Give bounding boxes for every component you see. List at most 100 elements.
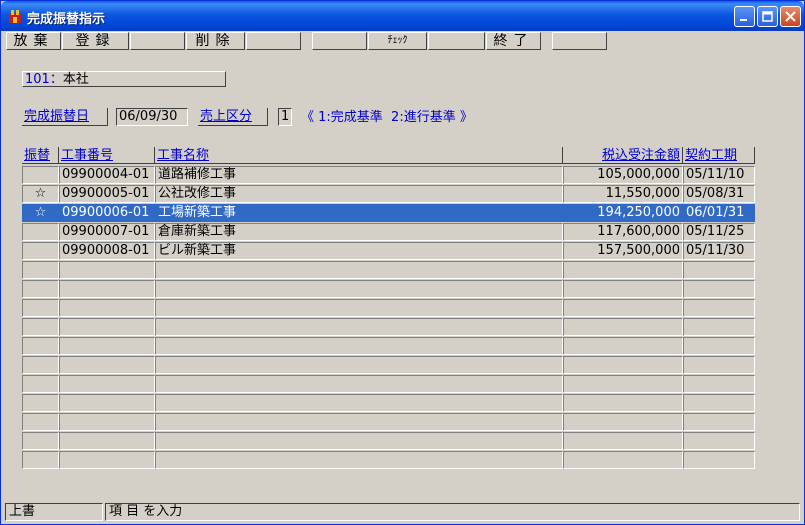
transfer-mark-cell[interactable] — [22, 280, 59, 298]
transfer-mark-cell[interactable] — [22, 337, 59, 355]
project-name-cell[interactable] — [155, 375, 563, 393]
project-name-cell[interactable] — [155, 356, 563, 374]
header-project-name[interactable]: 工事名称 — [155, 147, 563, 164]
contract-term-cell[interactable] — [683, 337, 755, 355]
contract-term-cell[interactable] — [683, 261, 755, 279]
contract-term-cell[interactable] — [683, 318, 755, 336]
contract-term-cell[interactable] — [683, 394, 755, 412]
order-amount-cell[interactable] — [563, 451, 683, 469]
transfer-mark-cell[interactable] — [22, 432, 59, 450]
transfer-date-label[interactable]: 完成振替日 — [22, 108, 108, 126]
order-amount-cell[interactable] — [563, 261, 683, 279]
project-name-cell[interactable] — [155, 261, 563, 279]
project-name-cell[interactable]: 工場新築工事 — [155, 204, 563, 222]
table-row[interactable]: 09900007-01 倉庫新築工事 117,600,000 05/11/25 — [22, 223, 755, 242]
transfer-mark-cell[interactable]: ☆ — [22, 185, 59, 203]
function-key-9[interactable]: 終了 — [486, 32, 541, 50]
transfer-mark-cell[interactable] — [22, 413, 59, 431]
header-order-amount[interactable]: 税込受注金額 — [563, 147, 683, 164]
order-amount-cell[interactable] — [563, 413, 683, 431]
function-key-4[interactable]: 削除 — [186, 32, 245, 50]
table-row[interactable] — [22, 299, 755, 318]
table-row[interactable]: ☆ 09900006-01 工場新築工事 194,250,000 06/01/31 — [22, 204, 755, 223]
order-amount-cell[interactable]: 117,600,000 — [563, 223, 683, 241]
project-number-cell[interactable]: 09900007-01 — [59, 223, 155, 241]
project-name-cell[interactable] — [155, 413, 563, 431]
project-number-cell[interactable]: 09900008-01 — [59, 242, 155, 260]
project-name-cell[interactable]: 倉庫新築工事 — [155, 223, 563, 241]
transfer-mark-cell[interactable] — [22, 299, 59, 317]
function-key-2[interactable]: 登録 — [62, 32, 129, 50]
function-key-1[interactable]: 放棄 — [6, 32, 61, 50]
table-row[interactable] — [22, 337, 755, 356]
order-amount-cell[interactable] — [563, 356, 683, 374]
project-number-cell[interactable] — [59, 413, 155, 431]
order-amount-cell[interactable]: 105,000,000 — [563, 166, 683, 184]
project-number-cell[interactable]: 09900006-01 — [59, 204, 155, 222]
table-row[interactable]: 09900004-01 道路補修工事 105,000,000 05/11/10 — [22, 166, 755, 185]
header-project-number[interactable]: 工事番号 — [59, 147, 155, 164]
order-amount-cell[interactable] — [563, 337, 683, 355]
maximize-button[interactable] — [757, 6, 778, 27]
transfer-mark-cell[interactable] — [22, 356, 59, 374]
contract-term-cell[interactable]: 06/01/31 — [683, 204, 755, 222]
project-number-cell[interactable] — [59, 451, 155, 469]
order-amount-cell[interactable] — [563, 299, 683, 317]
function-key-3[interactable] — [130, 32, 185, 50]
project-number-cell[interactable]: 09900004-01 — [59, 166, 155, 184]
transfer-mark-cell[interactable] — [22, 242, 59, 260]
project-number-cell[interactable]: 09900005-01 — [59, 185, 155, 203]
order-amount-cell[interactable]: 157,500,000 — [563, 242, 683, 260]
project-name-cell[interactable] — [155, 318, 563, 336]
function-key-6[interactable] — [312, 32, 367, 50]
contract-term-cell[interactable]: 05/11/25 — [683, 223, 755, 241]
table-row[interactable] — [22, 394, 755, 413]
project-number-cell[interactable] — [59, 394, 155, 412]
project-name-cell[interactable] — [155, 432, 563, 450]
project-name-cell[interactable] — [155, 337, 563, 355]
contract-term-cell[interactable]: 05/11/10 — [683, 166, 755, 184]
project-number-cell[interactable] — [59, 280, 155, 298]
header-transfer[interactable]: 振替 — [22, 147, 59, 164]
transfer-mark-cell[interactable] — [22, 261, 59, 279]
transfer-mark-cell[interactable] — [22, 451, 59, 469]
project-number-cell[interactable] — [59, 375, 155, 393]
project-name-cell[interactable] — [155, 299, 563, 317]
minimize-button[interactable] — [734, 6, 755, 27]
project-name-cell[interactable] — [155, 280, 563, 298]
header-contract-term[interactable]: 契約工期 — [683, 147, 755, 164]
order-amount-cell[interactable]: 194,250,000 — [563, 204, 683, 222]
project-name-cell[interactable]: ビル新築工事 — [155, 242, 563, 260]
sales-category-label[interactable]: 売上区分 — [198, 108, 268, 126]
project-name-cell[interactable] — [155, 451, 563, 469]
order-amount-cell[interactable] — [563, 432, 683, 450]
contract-term-cell[interactable]: 05/11/30 — [683, 242, 755, 260]
table-row[interactable] — [22, 375, 755, 394]
transfer-date-input[interactable]: 06/09/30 — [116, 108, 188, 126]
table-row[interactable] — [22, 451, 755, 470]
project-number-cell[interactable] — [59, 318, 155, 336]
project-number-cell[interactable] — [59, 337, 155, 355]
contract-term-cell[interactable] — [683, 356, 755, 374]
table-row[interactable]: 09900008-01 ビル新築工事 157,500,000 05/11/30 — [22, 242, 755, 261]
contract-term-cell[interactable] — [683, 299, 755, 317]
function-key-10[interactable] — [552, 32, 607, 50]
transfer-mark-cell[interactable] — [22, 318, 59, 336]
project-number-cell[interactable] — [59, 356, 155, 374]
transfer-mark-cell[interactable] — [22, 223, 59, 241]
contract-term-cell[interactable] — [683, 375, 755, 393]
project-name-cell[interactable]: 道路補修工事 — [155, 166, 563, 184]
sales-category-input[interactable]: 1 — [278, 108, 292, 126]
order-amount-cell[interactable] — [563, 375, 683, 393]
transfer-mark-cell[interactable] — [22, 375, 59, 393]
table-row[interactable] — [22, 280, 755, 299]
contract-term-cell[interactable] — [683, 413, 755, 431]
contract-term-cell[interactable] — [683, 451, 755, 469]
project-name-cell[interactable]: 公社改修工事 — [155, 185, 563, 203]
transfer-mark-cell[interactable] — [22, 394, 59, 412]
table-row[interactable] — [22, 432, 755, 451]
contract-term-cell[interactable]: 05/08/31 — [683, 185, 755, 203]
title-bar[interactable]: 完成振替指示 — [1, 1, 804, 31]
transfer-mark-cell[interactable]: ☆ — [22, 204, 59, 222]
table-row[interactable] — [22, 356, 755, 375]
